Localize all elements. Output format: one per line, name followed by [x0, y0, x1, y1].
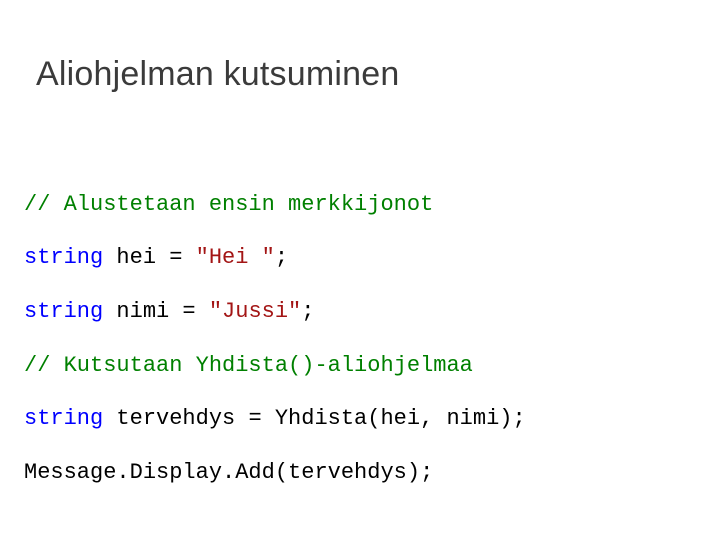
- keyword: string: [24, 245, 103, 270]
- comment-text: // Kutsutaan Yhdista()-aliohjelmaa: [24, 353, 473, 378]
- slide-title: Aliohjelman kutsuminen: [36, 55, 399, 94]
- code-line-5: string tervehdys = Yhdista(hei, nimi);: [24, 406, 696, 433]
- keyword: string: [24, 406, 103, 431]
- code-text: ;: [275, 245, 288, 270]
- string-literal: "Hei ": [196, 245, 275, 270]
- code-line-6: Message.Display.Add(tervehdys);: [24, 460, 696, 487]
- code-line-4: // Kutsutaan Yhdista()-aliohjelmaa: [24, 353, 696, 380]
- string-literal: "Jussi": [209, 299, 301, 324]
- code-text: nimi =: [103, 299, 209, 324]
- comment-text: // Alustetaan ensin merkkijonot: [24, 192, 433, 217]
- code-line-3: string nimi = "Jussi";: [24, 299, 696, 326]
- code-block: // Alustetaan ensin merkkijonot string h…: [24, 165, 696, 540]
- slide: Aliohjelman kutsuminen // Alustetaan ens…: [0, 0, 720, 540]
- code-text: tervehdys = Yhdista(hei, nimi);: [103, 406, 525, 431]
- code-line-1: // Alustetaan ensin merkkijonot: [24, 192, 696, 219]
- code-line-2: string hei = "Hei ";: [24, 245, 696, 272]
- code-text: hei =: [103, 245, 195, 270]
- keyword: string: [24, 299, 103, 324]
- code-text: Message.Display.Add(tervehdys);: [24, 460, 433, 485]
- code-text: ;: [301, 299, 314, 324]
